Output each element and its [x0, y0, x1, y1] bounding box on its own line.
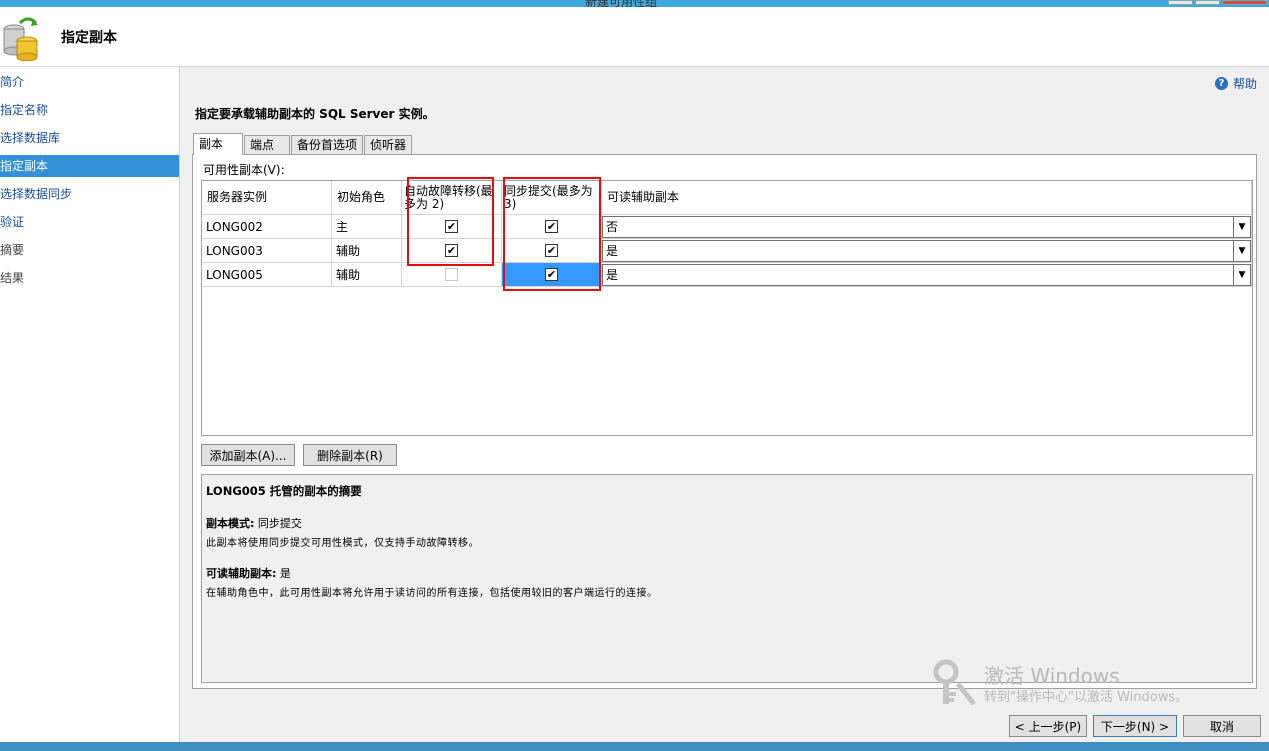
- add-replica-button[interactable]: 添加副本(A)...: [201, 444, 295, 466]
- help-link[interactable]: ? 帮助: [1214, 75, 1257, 92]
- cell-role: 主: [332, 215, 402, 239]
- previous-button[interactable]: < 上一步(P): [1009, 715, 1087, 737]
- nav-item-summary: 摘要: [0, 243, 25, 257]
- summary-mode-value: 同步提交: [257, 517, 302, 530]
- col-header-server[interactable]: 服务器实例: [202, 181, 332, 215]
- tab-backup-preferences[interactable]: 备份首选项: [291, 135, 363, 155]
- taskbar: [0, 742, 1269, 751]
- tab-replicas[interactable]: 副本: [193, 133, 243, 155]
- page-title: 指定副本: [61, 30, 117, 46]
- summary-readable-label: 可读辅助副本:: [206, 567, 277, 580]
- tab-endpoints[interactable]: 端点: [244, 135, 290, 155]
- help-label: 帮助: [1232, 77, 1257, 91]
- col-header-readable[interactable]: 可读辅助副本: [602, 181, 1252, 215]
- highlight-sync-commit: [503, 177, 601, 291]
- minimize-button[interactable]: [1168, 0, 1193, 5]
- cell-role: 辅助: [332, 263, 402, 287]
- tab-strip: 副本 端点 备份首选项 侦听器: [193, 133, 413, 155]
- summary-mode-label: 副本模式:: [206, 517, 255, 530]
- nav-item-specify-replicas[interactable]: 指定副本: [0, 155, 179, 177]
- readable-secondary-value: 是: [606, 244, 619, 258]
- cell-readable: 是 ▼: [602, 239, 1252, 263]
- readable-secondary-value: 否: [606, 220, 619, 234]
- chevron-down-icon[interactable]: ▼: [1233, 216, 1250, 237]
- main-content: ? 帮助 指定要承载辅助副本的 SQL Server 实例。 副本 端点 备份首…: [181, 67, 1269, 742]
- tab-listener[interactable]: 侦听器: [364, 135, 412, 155]
- instruction-text: 指定要承载辅助副本的 SQL Server 实例。: [195, 107, 435, 121]
- database-wizard-icon: [3, 17, 38, 61]
- next-button[interactable]: 下一步(N) >: [1093, 715, 1177, 737]
- nav-item-select-databases[interactable]: 选择数据库: [0, 127, 179, 149]
- cancel-button[interactable]: 取消: [1183, 715, 1261, 737]
- readable-secondary-select[interactable]: 是 ▼: [602, 239, 1251, 262]
- watermark-line2: 转到"操作中心"以激活 Windows。: [984, 690, 1189, 705]
- summary-title: LONG005 托管的副本的摘要: [206, 484, 362, 498]
- col-header-role[interactable]: 初始角色: [332, 181, 402, 215]
- close-button[interactable]: [1222, 0, 1267, 5]
- remove-replica-button[interactable]: 删除副本(R): [303, 444, 397, 466]
- grid-header-row: 服务器实例 初始角色 自动故障转移(最多为 2) 同步提交(最多为 3) 可读辅…: [202, 181, 1252, 215]
- summary-mode: 副本模式: 同步提交: [206, 515, 1248, 531]
- cell-readable: 是 ▼: [602, 263, 1252, 287]
- cell-server: LONG002: [202, 215, 332, 239]
- cell-server: LONG005: [202, 263, 332, 287]
- replicas-grid: 服务器实例 初始角色 自动故障转移(最多为 2) 同步提交(最多为 3) 可读辅…: [201, 180, 1253, 436]
- summary-readable-desc: 在辅助角色中，此可用性副本将允许用于读访问的所有连接，包括使用较旧的客户端运行的…: [206, 588, 658, 599]
- readable-secondary-select[interactable]: 是 ▼: [602, 263, 1251, 286]
- maximize-button[interactable]: [1195, 0, 1220, 5]
- help-icon: ?: [1214, 77, 1228, 90]
- auto-failover-checkbox: [445, 268, 458, 281]
- table-row[interactable]: LONG005 辅助 ✔ 是 ▼: [202, 263, 1252, 287]
- window-titlebar: 新建可用性组: [0, 0, 1269, 9]
- chevron-down-icon[interactable]: ▼: [1233, 240, 1250, 261]
- readable-secondary-value: 是: [606, 268, 619, 282]
- replicas-panel: 可用性副本(V): 服务器实例 初始角色 自动故障转移(最多为 2) 同步提交(…: [192, 154, 1257, 689]
- table-row[interactable]: LONG003 辅助 ✔ ✔ 是 ▼: [202, 239, 1252, 263]
- wizard-nav: 简介 指定名称 选择数据库 指定副本 选择数据同步 验证 摘要 结果: [0, 67, 180, 742]
- readable-secondary-select[interactable]: 否 ▼: [602, 215, 1251, 238]
- watermark-line1: 激活 Windows: [984, 664, 1120, 688]
- cell-readable: 否 ▼: [602, 215, 1252, 239]
- nav-item-data-sync[interactable]: 选择数据同步: [0, 183, 179, 205]
- cell-auto-failover: [402, 263, 502, 287]
- nav-item-intro[interactable]: 简介: [0, 71, 179, 93]
- highlight-auto-failover: [407, 177, 494, 266]
- nav-item-specify-name[interactable]: 指定名称: [0, 99, 179, 121]
- cell-server: LONG003: [202, 239, 332, 263]
- replica-summary: LONG005 托管的副本的摘要 副本模式: 同步提交 此副本将使用同步提交可用…: [201, 474, 1253, 683]
- chevron-down-icon[interactable]: ▼: [1233, 264, 1250, 285]
- page-header: 指定副本: [0, 7, 1269, 67]
- table-row[interactable]: LONG002 主 ✔ ✔ 否 ▼: [202, 215, 1252, 239]
- key-icon: [933, 659, 976, 706]
- cell-role: 辅助: [332, 239, 402, 263]
- summary-mode-desc: 此副本将使用同步提交可用性模式，仅支持手动故障转移。: [206, 538, 479, 549]
- nav-item-validation[interactable]: 验证: [0, 211, 179, 233]
- summary-readable-value: 是: [279, 567, 291, 580]
- replicas-grid-label: 可用性副本(V):: [203, 163, 285, 177]
- nav-item-results: 结果: [0, 271, 25, 285]
- summary-readable: 可读辅助副本: 是: [206, 565, 1248, 581]
